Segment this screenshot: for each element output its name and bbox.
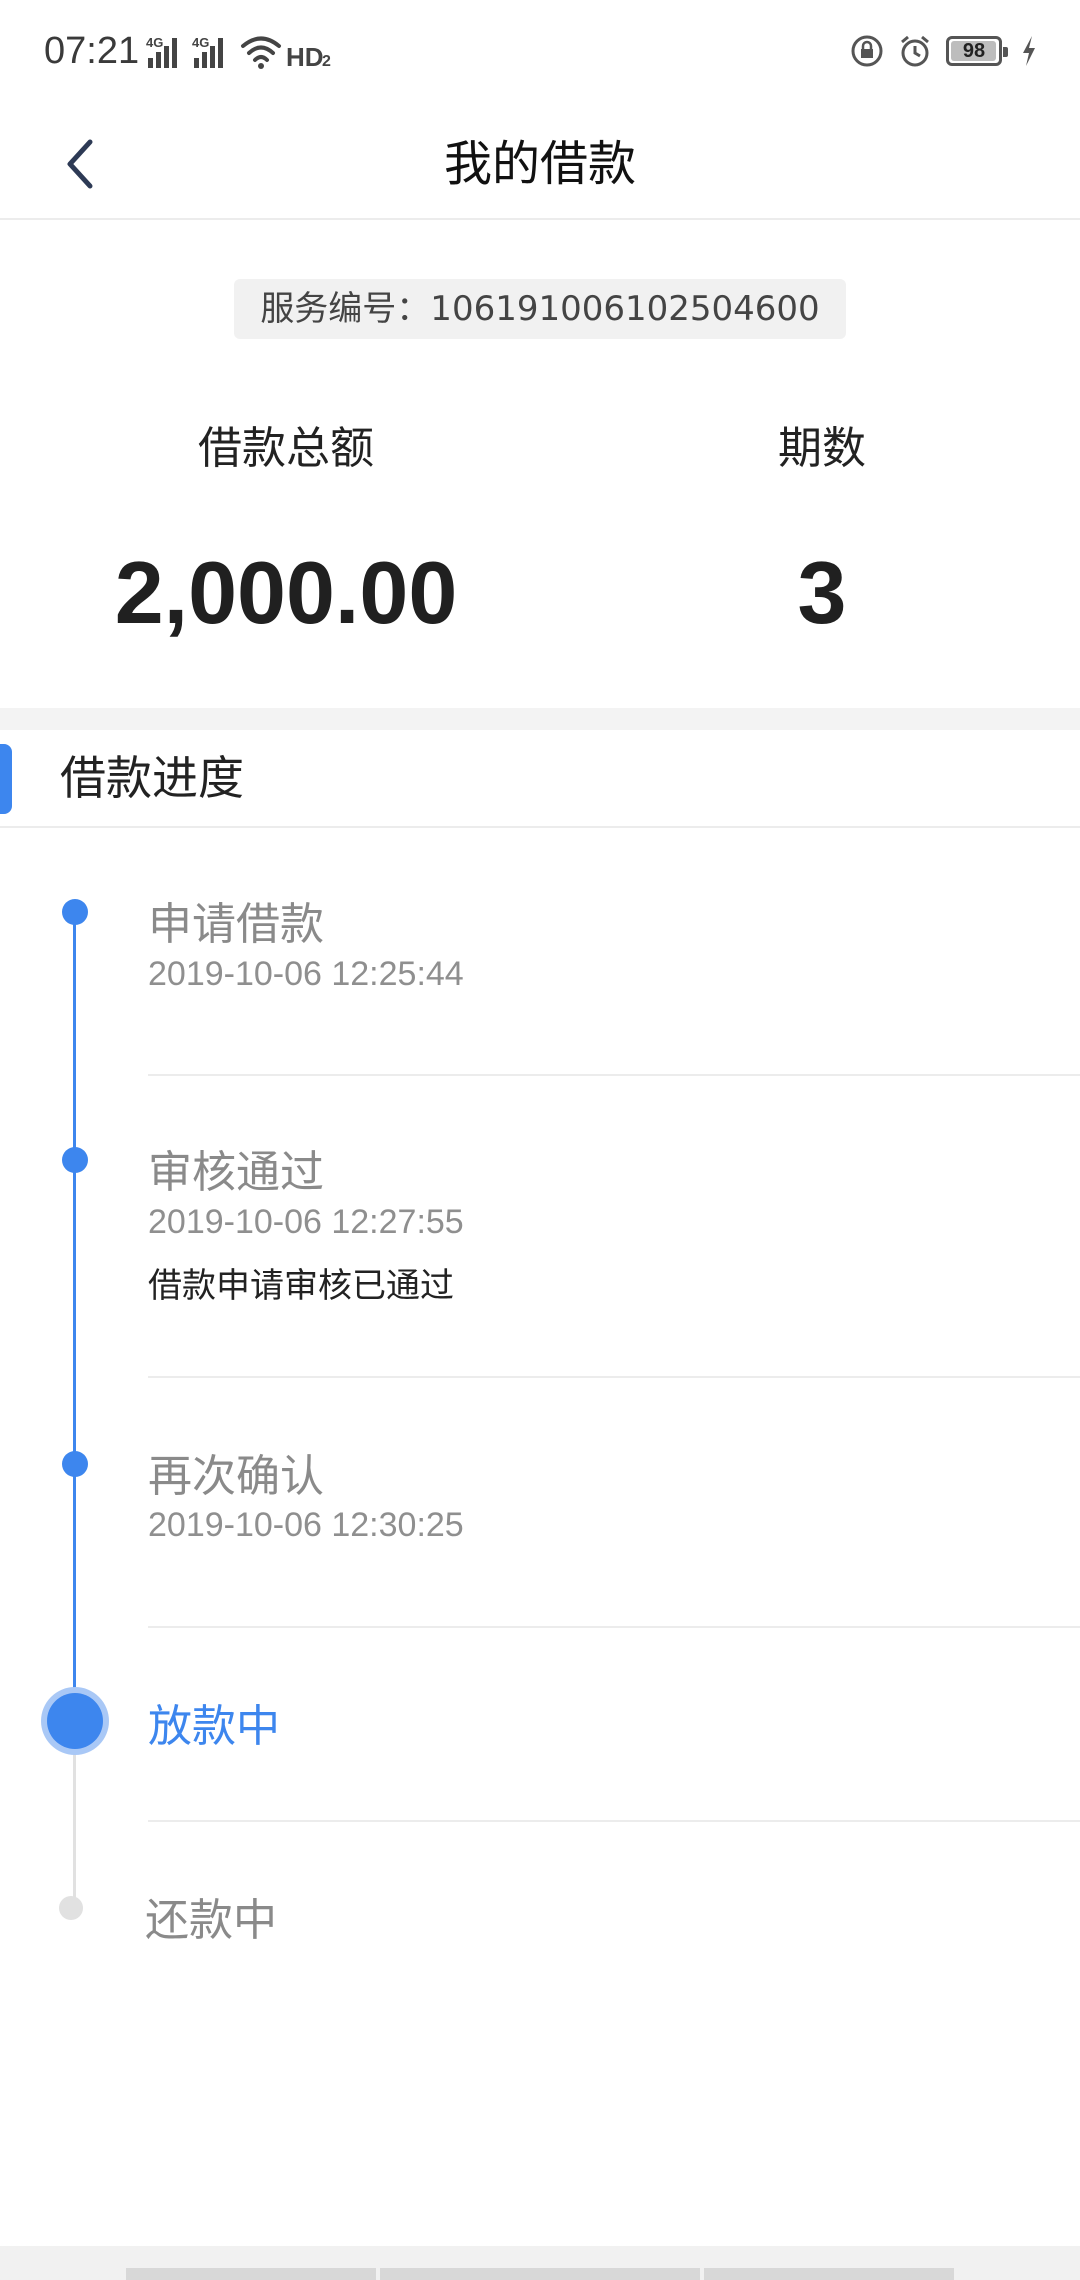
bottom-tab-handle[interactable]: [380, 2268, 700, 2280]
step-title: 申请借款: [148, 899, 324, 950]
step-description: 借款申请审核已通过: [148, 1266, 454, 1306]
step-divider: [148, 1626, 1080, 1628]
step-time: 2019-10-06 12:25:44: [148, 955, 464, 993]
status-bar: 07:21 4G 4G HD 2 98: [0, 0, 1080, 110]
timeline-dot: [62, 1451, 88, 1477]
periods-block: 期数 3: [672, 412, 972, 644]
step-divider: [148, 1820, 1080, 1822]
timeline-line-done: [73, 912, 76, 1720]
total-amount-value: 2,000.00: [114, 543, 458, 642]
periods-value: 3: [797, 543, 847, 642]
hd-label: HD: [286, 42, 324, 70]
section-accent-bar: [0, 744, 12, 814]
total-amount-block: 借款总额 2,000.00: [86, 412, 486, 644]
total-amount-label: 借款总额: [198, 423, 374, 474]
battery-level: 98: [962, 39, 986, 62]
page-title: 我的借款: [443, 136, 636, 192]
step-time: 2019-10-06 12:27:55: [148, 1203, 464, 1241]
periods-label: 期数: [778, 423, 866, 474]
nav-bar: 我的借款: [0, 110, 1080, 220]
status-right-group: 98: [850, 34, 1038, 68]
timeline-dot-pending: [59, 1896, 83, 1920]
alarm-icon: [901, 35, 929, 67]
net-label-1: 4G: [146, 35, 163, 50]
hd-sub-label: 2: [322, 53, 331, 70]
charging-icon: [1023, 36, 1035, 66]
timeline-dot: [62, 1147, 88, 1173]
net-label-2: 4G: [192, 35, 209, 50]
lock-rotation-icon: [851, 35, 883, 67]
step-time: 2019-10-06 12:30:25: [148, 1506, 464, 1544]
bottom-tab-handle[interactable]: [126, 2268, 376, 2280]
step-divider: [148, 1074, 1080, 1076]
step-divider: [148, 1376, 1080, 1378]
step-title-current: 放款中: [148, 1701, 280, 1752]
signal-icon: 4G: [146, 35, 177, 68]
progress-section-title: 借款进度: [60, 751, 244, 805]
battery-icon: 98: [946, 36, 1008, 66]
timeline-dot: [62, 899, 88, 925]
step-title: 再次确认: [148, 1451, 324, 1502]
bottom-tab-handle[interactable]: [704, 2268, 954, 2280]
service-number: 服务编号：106191006102504600: [234, 279, 846, 339]
progress-section-header: 借款进度: [0, 730, 1080, 828]
wifi-icon: [241, 36, 281, 69]
step-title-pending: 还款中: [145, 1895, 277, 1946]
step-title: 审核通过: [148, 1147, 324, 1198]
signal-icon: 4G: [192, 35, 223, 68]
section-gap: [0, 708, 1080, 730]
timeline-dot-current: [47, 1693, 103, 1749]
status-time: 07:21: [44, 30, 140, 72]
hd-icon: HD 2: [286, 42, 331, 70]
